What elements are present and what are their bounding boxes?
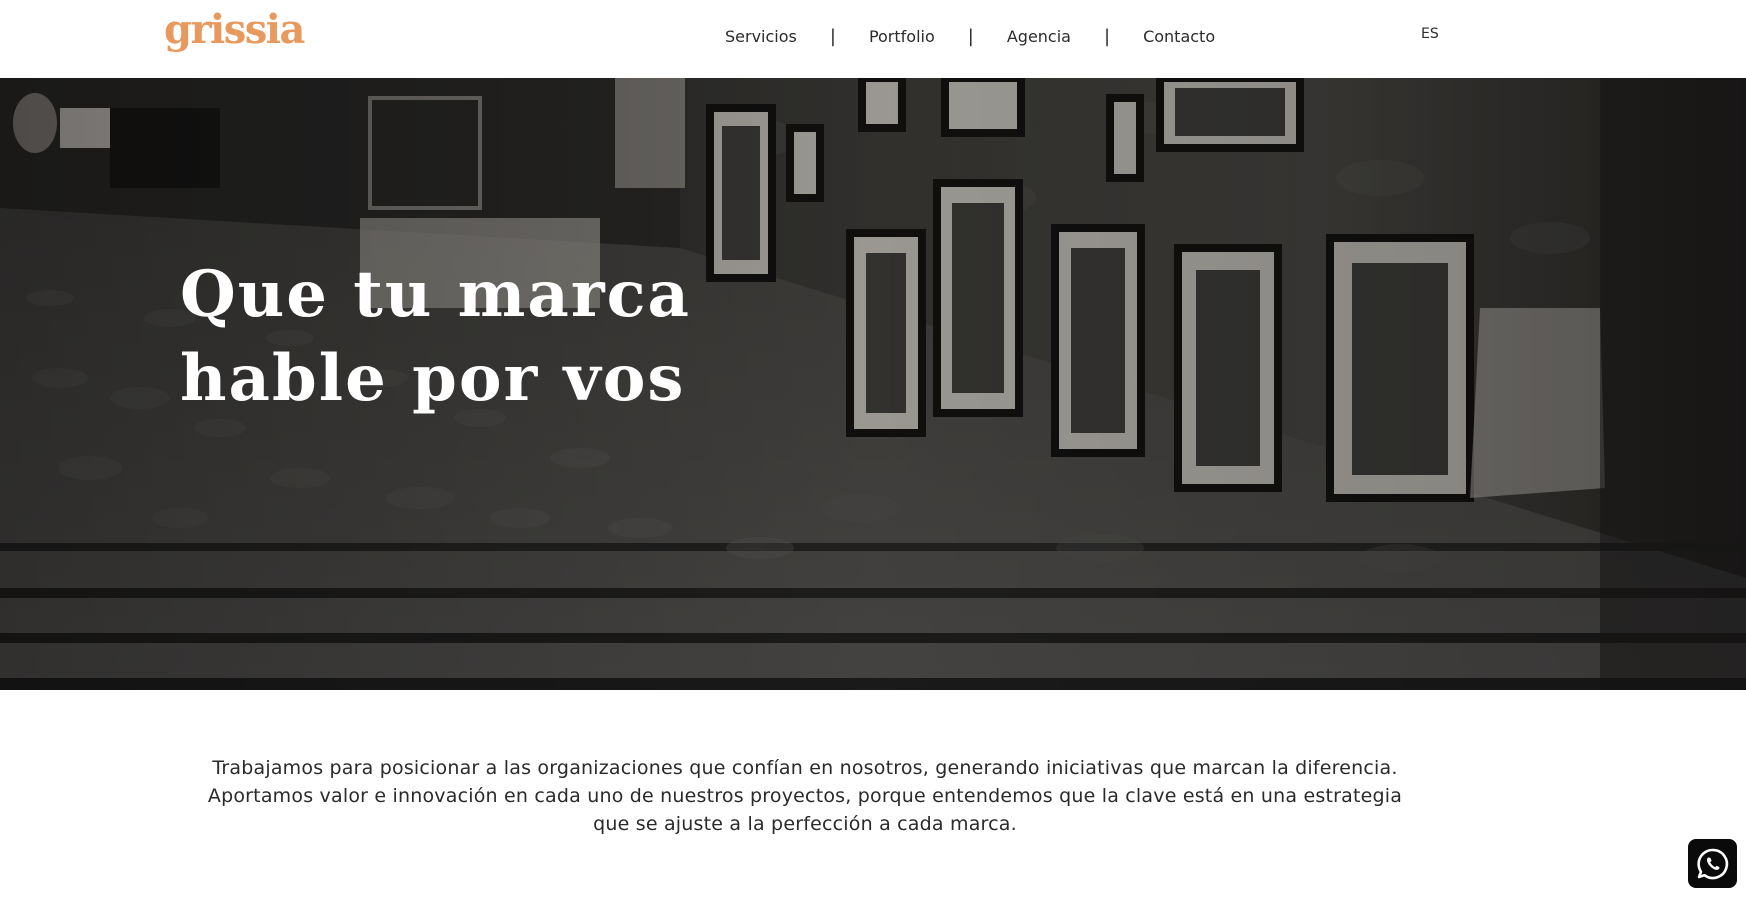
- intro-line: que se ajuste a la perfección a cada mar…: [593, 813, 1017, 835]
- hero-title-line: hable por vos: [180, 341, 686, 416]
- hero-title-line: Que tu marca: [180, 257, 691, 332]
- nav-separator: |: [829, 25, 836, 47]
- whatsapp-button[interactable]: [1688, 839, 1737, 888]
- whatsapp-icon: [1696, 848, 1728, 879]
- nav-separator: |: [1103, 25, 1111, 47]
- main-nav: Servicios | Portfolio | Agencia | Contac…: [725, 24, 1215, 48]
- intro-text: Trabajamos para posicionar a las organiz…: [100, 754, 1510, 838]
- nav-item-servicios[interactable]: Servicios: [725, 27, 797, 46]
- nav-separator: |: [967, 25, 974, 47]
- hero-banner: Que tu marca hable por vos: [0, 78, 1746, 690]
- hero-title: Que tu marca hable por vos: [180, 253, 691, 421]
- nav-item-agencia[interactable]: Agencia: [1007, 27, 1071, 46]
- nav-item-contacto[interactable]: Contacto: [1143, 27, 1215, 46]
- nav-item-portfolio[interactable]: Portfolio: [869, 27, 935, 46]
- site-header: grissia Servicios | Portfolio | Agencia …: [0, 0, 1746, 78]
- intro-line: Trabajamos para posicionar a las organiz…: [212, 757, 1398, 779]
- logo[interactable]: grissia: [164, 6, 305, 53]
- intro-line: Aportamos valor e innovación en cada uno…: [207, 785, 1403, 807]
- language-selector[interactable]: ES: [1421, 26, 1439, 42]
